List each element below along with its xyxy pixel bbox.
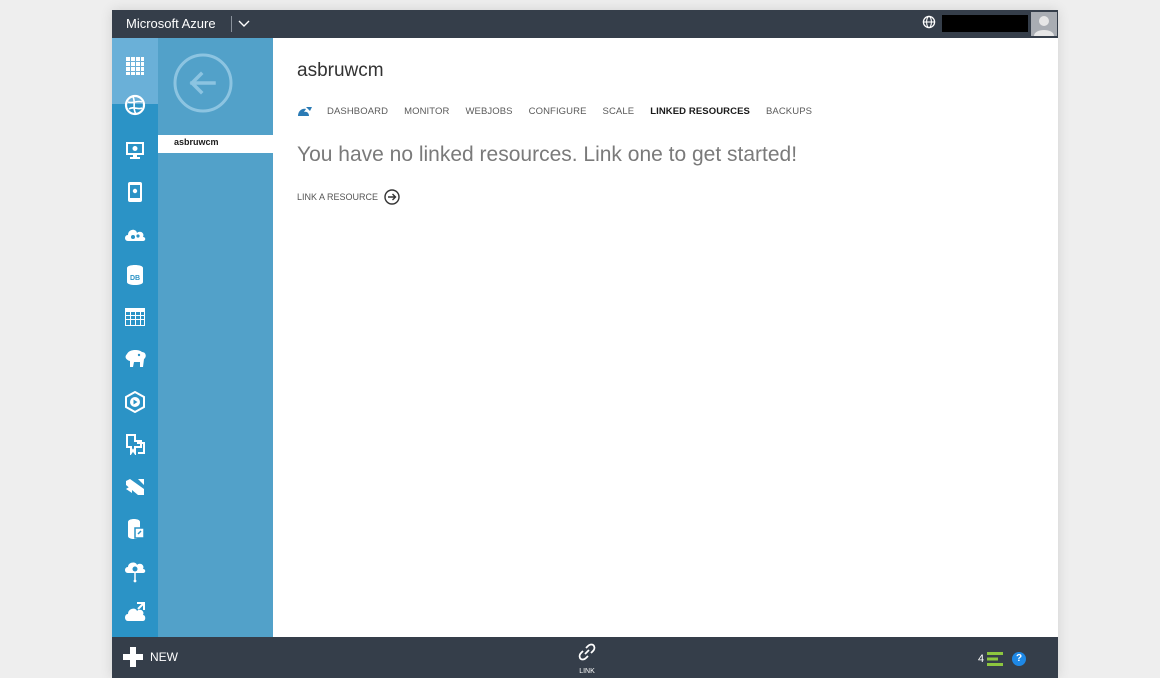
visual-studio-online-icon[interactable] [112,467,158,507]
link-button[interactable]: LINK [567,642,607,676]
tab-linked-resources[interactable]: LINKED RESOURCES [650,106,750,117]
cache-icon[interactable] [112,509,158,549]
link-label: LINK [579,668,595,675]
link-resource-label: LINK A RESOURCE [297,192,379,202]
user-account-box[interactable] [942,15,1028,32]
plus-icon [123,647,143,667]
recovery-services-icon[interactable] [112,592,158,632]
cloud-services-icon[interactable] [112,214,158,254]
hdinsight-icon[interactable] [112,339,158,379]
mobile-services-icon[interactable] [112,172,158,212]
notification-count: 4 [978,653,985,665]
link-resource-link[interactable]: LINK A RESOURCE [297,189,400,205]
biztalk-services-icon[interactable] [112,551,158,591]
page-title: asbruwcm [297,60,384,81]
notifications-list-icon [987,652,1004,666]
back-arrow-icon[interactable] [172,52,234,114]
list-item-selected[interactable]: asbruwcm [158,135,273,153]
all-items-icon[interactable] [112,46,158,86]
sql-databases-icon[interactable]: DB [112,255,158,295]
brand-divider [231,16,232,32]
tab-webjobs[interactable]: WEBJOBS [465,106,512,117]
main-content: asbruwcm DASHBOARD MONITOR WEBJOBS CONFI… [273,38,1058,637]
chevron-down-icon[interactable] [238,15,250,36]
items-panel: asbruwcm [158,38,273,637]
tab-monitor[interactable]: MONITOR [404,106,449,117]
notifications-button[interactable]: 4 [978,652,1004,666]
tab-dashboard[interactable]: DASHBOARD [327,106,388,117]
avatar[interactable] [1031,12,1057,36]
service-bus-icon[interactable] [112,424,158,464]
media-services-icon[interactable] [112,382,158,422]
virtual-machines-icon[interactable] [112,130,158,170]
storage-icon[interactable] [112,297,158,337]
globe-icon[interactable] [922,15,936,34]
list-item-label: asbruwcm [174,137,219,147]
tab-backups[interactable]: BACKUPS [766,106,812,117]
portal-window: Microsoft Azure DB asbruwcm asbruwcm DAS… [112,10,1058,678]
new-button[interactable]: NEW [122,646,178,668]
tab-bar: DASHBOARD MONITOR WEBJOBS CONFIGURE SCAL… [297,105,828,117]
tab-scale[interactable]: SCALE [603,106,635,117]
svg-text:DB: DB [130,275,140,282]
help-icon[interactable]: ? [1012,652,1026,666]
arrow-circle-right-icon [384,189,400,205]
empty-state-message: You have no linked resources. Link one t… [297,143,798,166]
chain-link-icon [578,643,596,661]
web-sites-icon[interactable] [112,85,158,125]
brand-title[interactable]: Microsoft Azure [126,16,216,31]
service-rail: DB [112,38,158,637]
new-label: NEW [150,650,178,664]
quick-start-icon[interactable] [297,105,313,117]
command-bar: NEW LINK 4 ? [112,637,1058,678]
top-bar: Microsoft Azure [112,10,1058,38]
tab-configure[interactable]: CONFIGURE [529,106,587,117]
